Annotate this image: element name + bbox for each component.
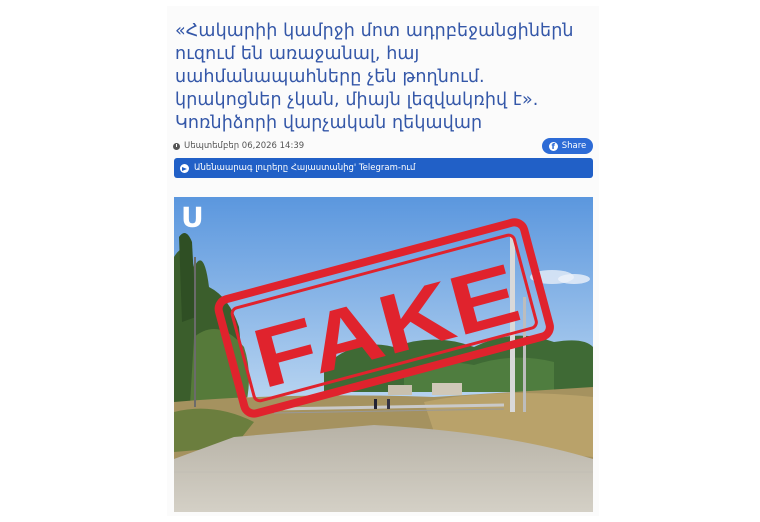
share-label: Share xyxy=(561,141,587,151)
telegram-icon xyxy=(180,163,189,173)
article-headline[interactable]: «Հակարիի կամրջի մոտ ադրբեջանցիներն ուզու… xyxy=(175,20,593,135)
site-logo: Ս xyxy=(181,201,202,234)
news-card: «Հակարիի կամրջի մոտ ադրբեջանցիներն ուզու… xyxy=(167,6,599,516)
photo-scene: Ս FAKE xyxy=(174,197,593,512)
telegram-label: Անենաարագ լուրերը Հայաստանից' Telegram-ո… xyxy=(194,163,416,173)
article-date: Սեպտեմբեր 06,2026 14:39 xyxy=(184,141,305,151)
share-button[interactable]: f Share xyxy=(542,138,593,154)
telegram-banner[interactable]: Անենաարագ լուրերը Հայաստանից' Telegram-ո… xyxy=(174,158,593,178)
site-logo-letter: Ս xyxy=(181,201,202,234)
article-photo[interactable]: Ս FAKE xyxy=(174,197,593,512)
article-meta: Սեպտեմբեր 06,2026 14:39 xyxy=(173,139,304,153)
clock-icon xyxy=(173,142,180,150)
facebook-icon: f xyxy=(548,141,558,151)
